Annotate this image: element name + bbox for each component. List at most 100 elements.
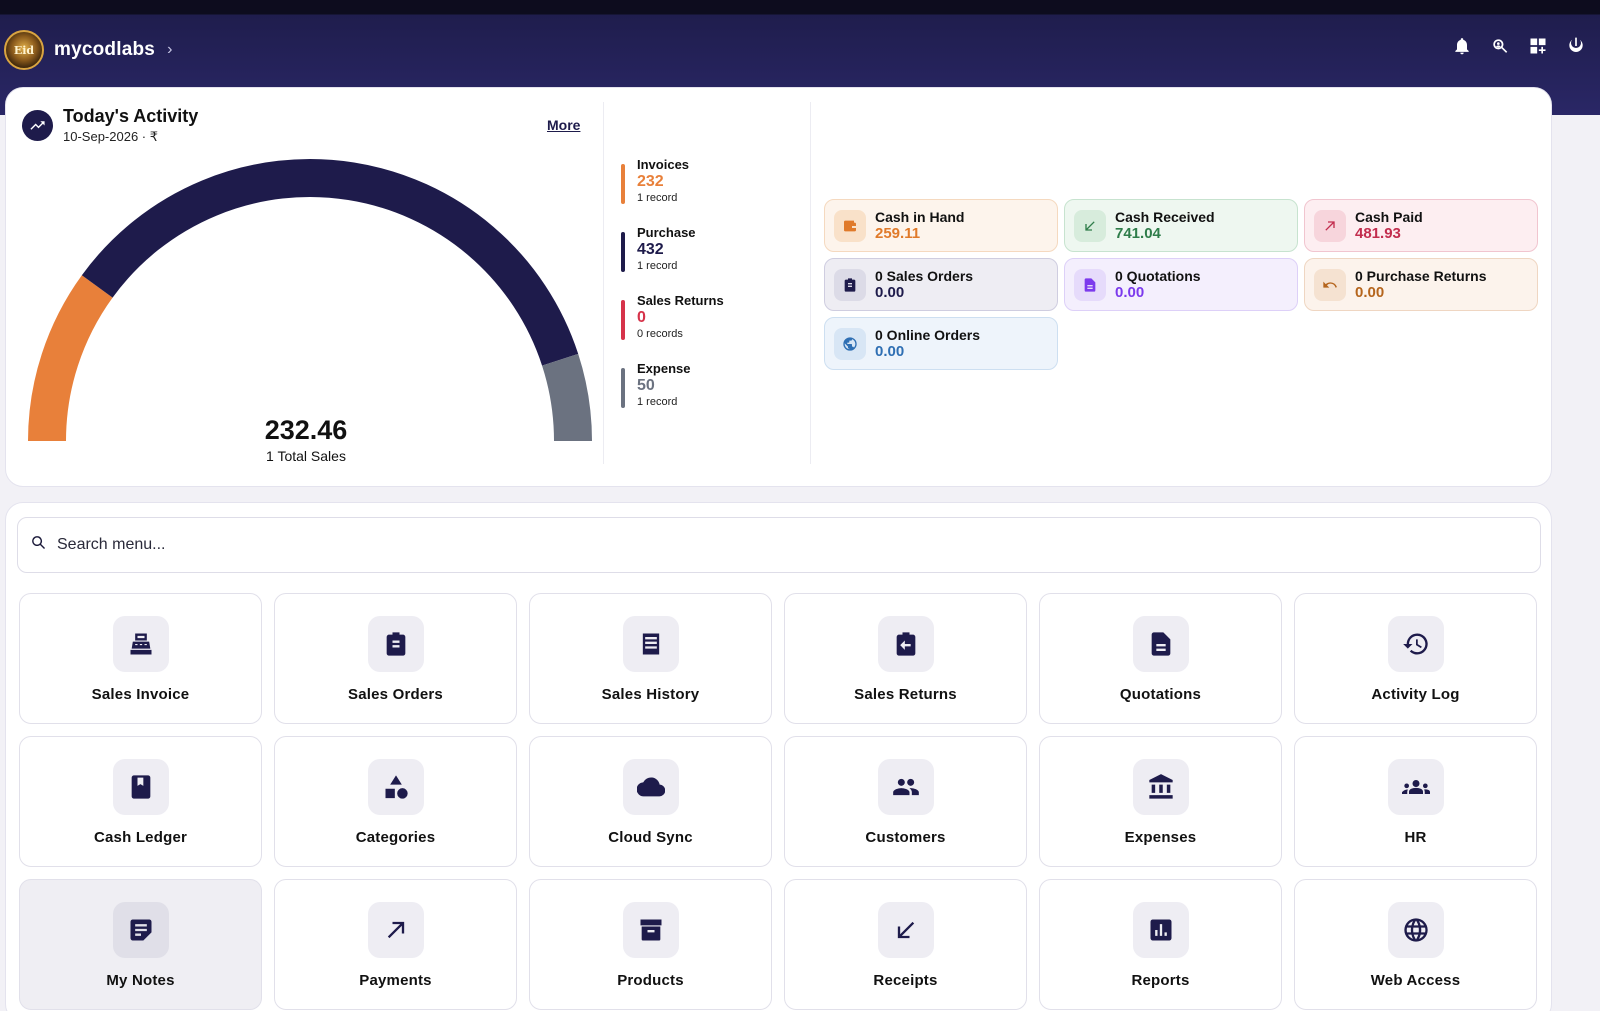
menu-label: Receipts <box>873 972 938 989</box>
tile-quotations[interactable]: 0 Quotations 0.00 <box>1064 258 1298 311</box>
menu-activity-log[interactable]: Activity Log <box>1294 593 1537 724</box>
stat-purchase[interactable]: Purchase 432 1 record <box>621 225 724 293</box>
stat-value: 232 <box>637 173 664 190</box>
tile-label: 0 Sales Orders <box>875 268 974 284</box>
menu-card: Sales Invoice Sales Orders Sales History… <box>5 502 1552 1011</box>
tile-label: 0 Purchase Returns <box>1355 268 1487 284</box>
search-input[interactable] <box>57 536 1457 554</box>
bar-chart-icon <box>1132 902 1189 958</box>
menu-label: Cash Ledger <box>93 829 188 846</box>
search-user-icon[interactable] <box>1490 36 1510 56</box>
tile-value: 259.11 <box>875 225 921 242</box>
menu-products[interactable]: Products <box>529 879 772 1010</box>
register-icon <box>112 616 169 672</box>
bank-icon <box>1132 759 1189 815</box>
tile-value: 0.00 <box>1115 284 1145 301</box>
tile-cash-received[interactable]: Cash Received 741.04 <box>1064 199 1298 252</box>
summary-tiles: Cash in Hand 259.11 Cash Received 741.04 C… <box>824 199 1539 370</box>
todays-activity-card: Today's Activity 10-Sep-2026 · ₹ More 23… <box>5 87 1552 487</box>
menu-quotations[interactable]: Quotations <box>1039 593 1282 724</box>
menu-sales-invoice[interactable]: Sales Invoice <box>19 593 262 724</box>
menu-reports[interactable]: Reports <box>1039 879 1282 1010</box>
menu-sales-orders[interactable]: Sales Orders <box>274 593 517 724</box>
menu-expenses[interactable]: Expenses <box>1039 736 1282 867</box>
menu-cash-ledger[interactable]: Cash Ledger <box>19 736 262 867</box>
grid-add-icon[interactable] <box>1528 36 1548 56</box>
stat-invoices[interactable]: Invoices 232 1 record <box>621 157 724 225</box>
menu-receipts[interactable]: Receipts <box>784 879 1027 1010</box>
menu-label: Customers <box>865 829 946 846</box>
menu-label: Reports <box>1131 972 1190 989</box>
total-sales-value: 232.46 <box>264 415 348 445</box>
gauge-arc-purchase <box>81 159 579 366</box>
menu-label: My Notes <box>106 972 175 989</box>
stat-expense[interactable]: Expense 50 1 record <box>621 361 724 429</box>
menu-label: Sales Returns <box>854 686 957 703</box>
document-icon <box>1074 268 1106 301</box>
tile-label: Cash Received <box>1115 209 1215 225</box>
tile-label: 0 Quotations <box>1115 268 1201 284</box>
menu-categories[interactable]: Categories <box>274 736 517 867</box>
stat-sub: 0 records <box>637 328 683 340</box>
menu-label: Products <box>617 972 684 989</box>
menu-customers[interactable]: Customers <box>784 736 1027 867</box>
menu-label: Activity Log <box>1371 686 1460 703</box>
archive-icon <box>622 902 679 958</box>
history-icon <box>1387 616 1444 672</box>
tile-label: Cash in Hand <box>875 209 965 225</box>
tile-value: 0.00 <box>875 284 905 301</box>
menu-cloud-sync[interactable]: Cloud Sync <box>529 736 772 867</box>
tile-label: Cash Paid <box>1355 209 1423 225</box>
more-link[interactable]: More <box>547 117 580 133</box>
menu-label: Quotations <box>1119 686 1202 703</box>
tile-cash-paid[interactable]: Cash Paid 481.93 <box>1304 199 1538 252</box>
document-icon <box>1132 616 1189 672</box>
tile-value: 0.00 <box>1355 284 1385 301</box>
menu-payments[interactable]: Payments <box>274 879 517 1010</box>
total-sales-label: 1 Total Sales <box>266 448 346 464</box>
brand[interactable]: Eid mycodlabs › <box>4 28 172 72</box>
groups-icon <box>1387 759 1444 815</box>
undo-icon <box>1314 268 1346 301</box>
tile-purchase-returns[interactable]: 0 Purchase Returns 0.00 <box>1304 258 1538 311</box>
activity-date: 10-Sep-2026 · ₹ <box>63 129 158 144</box>
gauge-arc-expense <box>541 353 592 442</box>
notes-icon <box>112 902 169 958</box>
people-icon <box>877 759 934 815</box>
tile-online-orders[interactable]: 0 Online Orders 0.00 <box>824 317 1058 370</box>
stat-sales-returns[interactable]: Sales Returns 0 0 records <box>621 293 724 361</box>
chevron-right-icon[interactable]: › <box>167 41 172 59</box>
tile-label: 0 Online Orders <box>875 327 981 343</box>
tile-value: 741.04 <box>1115 225 1161 242</box>
bell-icon[interactable] <box>1452 36 1472 56</box>
menu-my-notes[interactable]: My Notes <box>19 879 262 1010</box>
divider <box>810 102 811 464</box>
gauge-arc-invoices <box>28 275 113 442</box>
stat-value: 0 <box>637 309 646 326</box>
power-icon[interactable] <box>1566 36 1586 56</box>
header-actions <box>1452 36 1586 56</box>
menu-label: HR <box>1404 829 1427 846</box>
tile-cash-in-hand[interactable]: Cash in Hand 259.11 <box>824 199 1058 252</box>
search-bar[interactable] <box>17 517 1541 573</box>
stat-sub: 1 record <box>637 260 678 272</box>
menu-web-access[interactable]: Web Access <box>1294 879 1537 1010</box>
stat-bar <box>621 164 625 204</box>
menu-label: Sales Orders <box>348 686 443 703</box>
stat-name: Sales Returns <box>637 293 724 308</box>
arrow-down-left-icon <box>1074 209 1106 242</box>
tile-value: 481.93 <box>1355 225 1401 242</box>
tile-sales-orders[interactable]: 0 Sales Orders 0.00 <box>824 258 1058 311</box>
wallet-icon <box>834 209 866 242</box>
brand-name[interactable]: mycodlabs <box>54 39 155 61</box>
trending-up-icon <box>22 110 53 141</box>
menu-sales-returns[interactable]: Sales Returns <box>784 593 1027 724</box>
return-icon <box>877 616 934 672</box>
tile-value: 0.00 <box>875 343 905 360</box>
menu-label: Cloud Sync <box>608 829 693 846</box>
menu-label: Sales History <box>601 686 700 703</box>
stat-sub: 1 record <box>637 396 678 408</box>
menu-sales-history[interactable]: Sales History <box>529 593 772 724</box>
divider <box>603 102 604 464</box>
menu-hr[interactable]: HR <box>1294 736 1537 867</box>
